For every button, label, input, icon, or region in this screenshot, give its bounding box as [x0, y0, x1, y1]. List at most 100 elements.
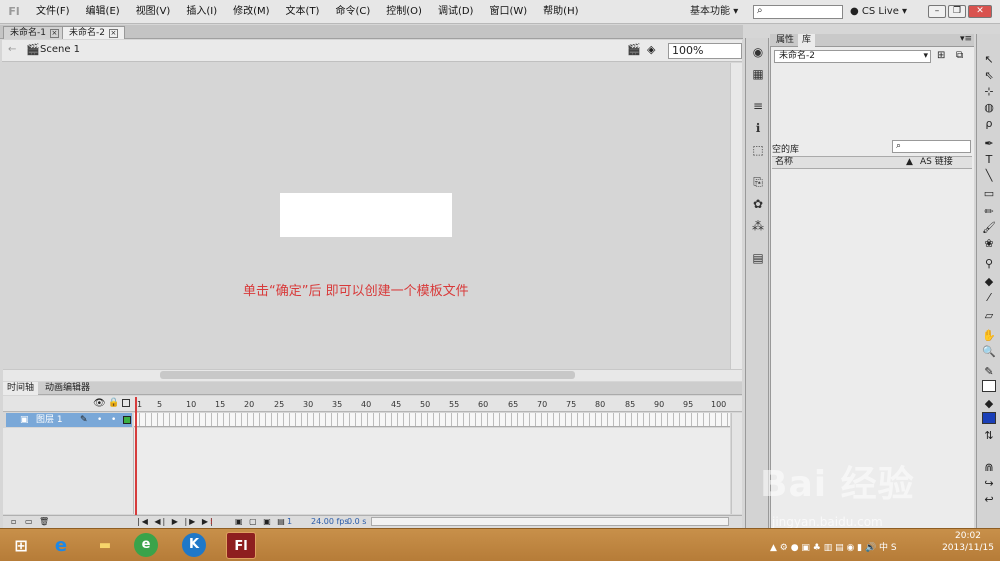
clock[interactable]: 20:02 2013/11/15 — [938, 530, 998, 554]
menu-view[interactable]: 视图(V) — [128, 0, 179, 24]
frame-ruler[interactable]: 1 5 10 15 20 25 30 35 40 45 50 55 60 65 … — [135, 396, 731, 412]
eye-icon[interactable]: 👁 — [93, 398, 106, 409]
menu-control[interactable]: 控制(O) — [378, 0, 430, 24]
column-linkage[interactable]: AS 链接 — [920, 157, 953, 168]
rectangle-tool-icon[interactable]: ▭ — [981, 186, 997, 202]
hand-tool-icon[interactable]: ✋ — [981, 328, 997, 344]
menu-window[interactable]: 窗口(W) — [481, 0, 535, 24]
onion-skin-icons[interactable]: ▣ ▢ ▣ ▤ — [235, 517, 287, 526]
close-icon[interactable]: × — [108, 29, 118, 38]
info-icon[interactable]: ℹ — [750, 120, 766, 136]
fill-swatch[interactable] — [982, 412, 996, 424]
tab-timeline[interactable]: 时间轴 — [3, 382, 39, 395]
restore-button[interactable]: ❐ — [948, 5, 966, 18]
new-layer-icon[interactable]: ▫ — [11, 517, 16, 526]
menu-modify[interactable]: 修改(M) — [225, 0, 277, 24]
zoom-select[interactable]: 100% — [668, 43, 742, 59]
frame-row[interactable] — [134, 413, 730, 427]
components-icon[interactable]: ✿ — [750, 196, 766, 212]
panel-menu-icon[interactable]: ▾≡ — [960, 34, 972, 44]
internet-explorer-icon[interactable]: e — [46, 532, 76, 559]
frame-rate[interactable]: 24.00 fps — [311, 517, 349, 526]
kugou-icon[interactable]: K — [182, 533, 206, 557]
tab-library[interactable]: 库 — [798, 34, 816, 47]
system-tray[interactable]: ▲ ⚙ ● ▣ ♣ ▥ ▤ ◉ ▮ 🔊 中 S — [770, 540, 897, 553]
free-transform-tool-icon[interactable]: ⊹ — [981, 84, 997, 100]
eraser-tool-icon[interactable]: ▱ — [981, 308, 997, 324]
stage-vertical-scrollbar[interactable] — [730, 63, 742, 369]
close-button[interactable]: ✕ — [968, 5, 992, 18]
project-icon[interactable]: ▤ — [750, 250, 766, 266]
file-explorer-icon[interactable]: ▬ — [90, 532, 120, 559]
edit-scene-icon[interactable]: 🎬 — [627, 43, 641, 56]
zoom-tool-icon[interactable]: 🔍 — [981, 344, 997, 360]
delete-layer-icon[interactable]: 🗑 — [39, 517, 49, 526]
swap-colors-icon[interactable]: ⇅ — [981, 428, 997, 444]
pencil-tool-icon[interactable]: ✏ — [981, 204, 997, 220]
selection-tool-icon[interactable]: ↖ — [981, 52, 997, 68]
stroke-swatch[interactable] — [982, 380, 996, 392]
snap-icon[interactable]: ⋒ — [981, 460, 997, 476]
center-frame-icon[interactable]: ⁞ — [210, 517, 213, 526]
menu-help[interactable]: 帮助(H) — [535, 0, 586, 24]
timeline-horizontal-scrollbar[interactable] — [371, 517, 729, 526]
color-panel-icon[interactable]: ◉ — [750, 44, 766, 60]
new-library-panel-icon[interactable]: ⧉ — [956, 50, 963, 61]
playhead[interactable] — [135, 397, 137, 515]
library-document-select[interactable]: 未命名-2 ▾ — [774, 50, 931, 63]
tab-properties[interactable]: 属性 — [772, 34, 798, 47]
code-snippets-icon[interactable]: ⎘ — [750, 174, 766, 190]
menu-commands[interactable]: 命令(C) — [327, 0, 378, 24]
menu-edit[interactable]: 编辑(E) — [78, 0, 128, 24]
menu-insert[interactable]: 插入(I) — [178, 0, 225, 24]
edit-symbols-icon[interactable]: ◈ — [647, 43, 655, 56]
library-search-input[interactable]: ⌕ — [892, 140, 971, 153]
smooth-icon[interactable]: ↪ — [981, 476, 997, 492]
transform-icon[interactable]: ⬚ — [750, 142, 766, 158]
minimize-button[interactable]: – — [928, 5, 946, 18]
doc-tab-2[interactable]: 未命名-2 × — [62, 26, 125, 39]
new-folder-icon[interactable]: ▭ — [25, 517, 33, 526]
eyedropper-tool-icon[interactable]: ⁄ — [981, 290, 997, 306]
fill-color-icon[interactable]: ◆ — [981, 396, 997, 412]
playback-controls[interactable]: |◀ ◀| ▶ |▶ ▶| — [137, 517, 215, 526]
text-tool-icon[interactable]: T — [981, 152, 997, 168]
timeline-vertical-scrollbar[interactable] — [731, 413, 742, 514]
sort-icon[interactable]: ▲ — [906, 157, 913, 168]
align-icon[interactable]: ≡ — [750, 98, 766, 114]
subselection-tool-icon[interactable]: ⇖ — [981, 68, 997, 84]
flash-taskbar-icon[interactable]: Fl — [226, 532, 256, 559]
menu-debug[interactable]: 调试(D) — [430, 0, 482, 24]
search-input[interactable]: ⌕ — [753, 5, 843, 19]
windows-start-icon[interactable]: ⊞ — [6, 532, 36, 559]
stroke-color-icon[interactable]: ✎ — [981, 364, 997, 380]
layer-color-icon[interactable] — [123, 416, 131, 424]
stage[interactable] — [280, 193, 452, 237]
back-arrow-icon[interactable]: ← — [8, 44, 16, 55]
column-name[interactable]: 名称 — [775, 157, 793, 168]
pin-icon[interactable]: ⊞ — [937, 50, 945, 61]
browser-icon[interactable]: e — [134, 533, 158, 557]
cs-live-button[interactable]: ● CS Live ▾ — [850, 4, 907, 20]
scrollbar-thumb[interactable] — [160, 371, 575, 379]
swatches-icon[interactable]: ▦ — [750, 66, 766, 82]
line-tool-icon[interactable]: ╲ — [981, 168, 997, 184]
menu-text[interactable]: 文本(T) — [278, 0, 328, 24]
paint-bucket-tool-icon[interactable]: ◆ — [981, 274, 997, 290]
outline-icon[interactable] — [122, 399, 130, 407]
3d-rotation-tool-icon[interactable]: ◍ — [981, 100, 997, 116]
menu-file[interactable]: 文件(F) — [28, 0, 78, 24]
deco-tool-icon[interactable]: ❀ — [981, 236, 997, 252]
workspace-switcher[interactable]: 基本功能 ▾ — [686, 4, 742, 20]
lasso-tool-icon[interactable]: ρ — [981, 116, 997, 132]
layer-row[interactable]: ▣ 图层 1 ✎ • • — [6, 413, 132, 427]
bone-tool-icon[interactable]: ⚲ — [981, 256, 997, 272]
lock-icon[interactable]: 🔒 — [108, 398, 119, 408]
brush-tool-icon[interactable]: 🖌 — [981, 220, 997, 236]
doc-tab-1[interactable]: 未命名-1 × — [3, 26, 66, 39]
pen-tool-icon[interactable]: ✒ — [981, 136, 997, 152]
tab-motion-editor[interactable]: 动画编辑器 — [41, 382, 94, 395]
close-icon[interactable]: × — [49, 29, 59, 38]
motion-presets-icon[interactable]: ⁂ — [750, 218, 766, 234]
straighten-icon[interactable]: ↩ — [981, 492, 997, 508]
